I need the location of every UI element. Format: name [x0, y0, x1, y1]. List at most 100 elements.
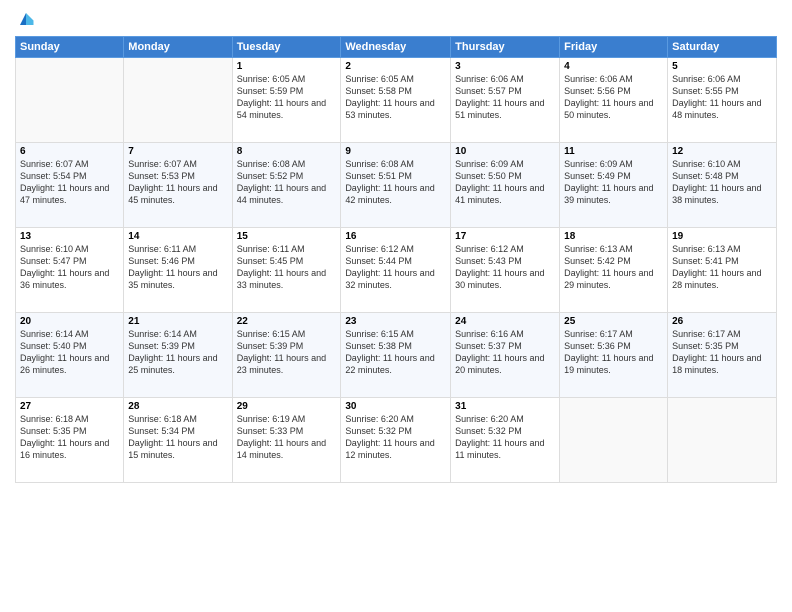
day-cell [124, 58, 232, 143]
day-info: Sunrise: 6:11 AMSunset: 5:46 PMDaylight:… [128, 243, 227, 292]
day-number: 18 [564, 231, 663, 242]
day-cell: 31Sunrise: 6:20 AMSunset: 5:32 PMDayligh… [451, 398, 560, 483]
day-number: 22 [237, 316, 337, 327]
day-cell: 9Sunrise: 6:08 AMSunset: 5:51 PMDaylight… [341, 143, 451, 228]
page: SundayMondayTuesdayWednesdayThursdayFrid… [0, 0, 792, 612]
day-cell: 17Sunrise: 6:12 AMSunset: 5:43 PMDayligh… [451, 228, 560, 313]
day-number: 16 [345, 231, 446, 242]
day-info: Sunrise: 6:05 AMSunset: 5:59 PMDaylight:… [237, 73, 337, 122]
day-info: Sunrise: 6:07 AMSunset: 5:54 PMDaylight:… [20, 158, 119, 207]
day-info: Sunrise: 6:07 AMSunset: 5:53 PMDaylight:… [128, 158, 227, 207]
day-cell: 19Sunrise: 6:13 AMSunset: 5:41 PMDayligh… [668, 228, 777, 313]
day-info: Sunrise: 6:06 AMSunset: 5:57 PMDaylight:… [455, 73, 555, 122]
day-cell: 6Sunrise: 6:07 AMSunset: 5:54 PMDaylight… [16, 143, 124, 228]
weekday-tuesday: Tuesday [232, 37, 341, 58]
day-number: 10 [455, 146, 555, 157]
day-info: Sunrise: 6:15 AMSunset: 5:38 PMDaylight:… [345, 328, 446, 377]
day-cell: 16Sunrise: 6:12 AMSunset: 5:44 PMDayligh… [341, 228, 451, 313]
day-cell [560, 398, 668, 483]
day-cell [16, 58, 124, 143]
day-number: 20 [20, 316, 119, 327]
day-number: 3 [455, 61, 555, 72]
day-number: 26 [672, 316, 772, 327]
day-number: 19 [672, 231, 772, 242]
day-number: 12 [672, 146, 772, 157]
day-info: Sunrise: 6:15 AMSunset: 5:39 PMDaylight:… [237, 328, 337, 377]
week-row-4: 20Sunrise: 6:14 AMSunset: 5:40 PMDayligh… [16, 313, 777, 398]
day-number: 14 [128, 231, 227, 242]
day-info: Sunrise: 6:09 AMSunset: 5:50 PMDaylight:… [455, 158, 555, 207]
day-info: Sunrise: 6:08 AMSunset: 5:51 PMDaylight:… [345, 158, 446, 207]
week-row-1: 1Sunrise: 6:05 AMSunset: 5:59 PMDaylight… [16, 58, 777, 143]
day-info: Sunrise: 6:17 AMSunset: 5:35 PMDaylight:… [672, 328, 772, 377]
day-cell [668, 398, 777, 483]
weekday-saturday: Saturday [668, 37, 777, 58]
day-info: Sunrise: 6:09 AMSunset: 5:49 PMDaylight:… [564, 158, 663, 207]
day-cell: 8Sunrise: 6:08 AMSunset: 5:52 PMDaylight… [232, 143, 341, 228]
day-number: 6 [20, 146, 119, 157]
day-info: Sunrise: 6:20 AMSunset: 5:32 PMDaylight:… [455, 413, 555, 462]
day-info: Sunrise: 6:06 AMSunset: 5:55 PMDaylight:… [672, 73, 772, 122]
day-cell: 21Sunrise: 6:14 AMSunset: 5:39 PMDayligh… [124, 313, 232, 398]
day-number: 11 [564, 146, 663, 157]
day-cell: 2Sunrise: 6:05 AMSunset: 5:58 PMDaylight… [341, 58, 451, 143]
day-number: 9 [345, 146, 446, 157]
day-number: 31 [455, 401, 555, 412]
day-info: Sunrise: 6:10 AMSunset: 5:47 PMDaylight:… [20, 243, 119, 292]
day-cell: 24Sunrise: 6:16 AMSunset: 5:37 PMDayligh… [451, 313, 560, 398]
day-cell: 30Sunrise: 6:20 AMSunset: 5:32 PMDayligh… [341, 398, 451, 483]
day-number: 27 [20, 401, 119, 412]
day-cell: 26Sunrise: 6:17 AMSunset: 5:35 PMDayligh… [668, 313, 777, 398]
weekday-monday: Monday [124, 37, 232, 58]
day-info: Sunrise: 6:16 AMSunset: 5:37 PMDaylight:… [455, 328, 555, 377]
day-cell: 5Sunrise: 6:06 AMSunset: 5:55 PMDaylight… [668, 58, 777, 143]
calendar: SundayMondayTuesdayWednesdayThursdayFrid… [15, 36, 777, 483]
day-number: 5 [672, 61, 772, 72]
weekday-wednesday: Wednesday [341, 37, 451, 58]
day-cell: 28Sunrise: 6:18 AMSunset: 5:34 PMDayligh… [124, 398, 232, 483]
day-cell: 25Sunrise: 6:17 AMSunset: 5:36 PMDayligh… [560, 313, 668, 398]
weekday-thursday: Thursday [451, 37, 560, 58]
weekday-header-row: SundayMondayTuesdayWednesdayThursdayFrid… [16, 37, 777, 58]
day-number: 25 [564, 316, 663, 327]
day-cell: 15Sunrise: 6:11 AMSunset: 5:45 PMDayligh… [232, 228, 341, 313]
day-info: Sunrise: 6:18 AMSunset: 5:35 PMDaylight:… [20, 413, 119, 462]
day-cell: 13Sunrise: 6:10 AMSunset: 5:47 PMDayligh… [16, 228, 124, 313]
day-info: Sunrise: 6:11 AMSunset: 5:45 PMDaylight:… [237, 243, 337, 292]
day-info: Sunrise: 6:17 AMSunset: 5:36 PMDaylight:… [564, 328, 663, 377]
week-row-5: 27Sunrise: 6:18 AMSunset: 5:35 PMDayligh… [16, 398, 777, 483]
day-number: 2 [345, 61, 446, 72]
day-cell: 29Sunrise: 6:19 AMSunset: 5:33 PMDayligh… [232, 398, 341, 483]
day-cell: 7Sunrise: 6:07 AMSunset: 5:53 PMDaylight… [124, 143, 232, 228]
day-cell: 1Sunrise: 6:05 AMSunset: 5:59 PMDaylight… [232, 58, 341, 143]
header [15, 10, 777, 28]
week-row-2: 6Sunrise: 6:07 AMSunset: 5:54 PMDaylight… [16, 143, 777, 228]
day-info: Sunrise: 6:19 AMSunset: 5:33 PMDaylight:… [237, 413, 337, 462]
day-cell: 27Sunrise: 6:18 AMSunset: 5:35 PMDayligh… [16, 398, 124, 483]
week-row-3: 13Sunrise: 6:10 AMSunset: 5:47 PMDayligh… [16, 228, 777, 313]
day-number: 8 [237, 146, 337, 157]
day-info: Sunrise: 6:12 AMSunset: 5:43 PMDaylight:… [455, 243, 555, 292]
day-info: Sunrise: 6:13 AMSunset: 5:42 PMDaylight:… [564, 243, 663, 292]
day-info: Sunrise: 6:14 AMSunset: 5:39 PMDaylight:… [128, 328, 227, 377]
day-cell: 12Sunrise: 6:10 AMSunset: 5:48 PMDayligh… [668, 143, 777, 228]
day-number: 13 [20, 231, 119, 242]
day-info: Sunrise: 6:18 AMSunset: 5:34 PMDaylight:… [128, 413, 227, 462]
day-number: 28 [128, 401, 227, 412]
day-number: 21 [128, 316, 227, 327]
day-info: Sunrise: 6:12 AMSunset: 5:44 PMDaylight:… [345, 243, 446, 292]
day-info: Sunrise: 6:10 AMSunset: 5:48 PMDaylight:… [672, 158, 772, 207]
day-cell: 23Sunrise: 6:15 AMSunset: 5:38 PMDayligh… [341, 313, 451, 398]
day-number: 4 [564, 61, 663, 72]
day-info: Sunrise: 6:05 AMSunset: 5:58 PMDaylight:… [345, 73, 446, 122]
day-cell: 20Sunrise: 6:14 AMSunset: 5:40 PMDayligh… [16, 313, 124, 398]
day-number: 1 [237, 61, 337, 72]
day-info: Sunrise: 6:13 AMSunset: 5:41 PMDaylight:… [672, 243, 772, 292]
day-cell: 18Sunrise: 6:13 AMSunset: 5:42 PMDayligh… [560, 228, 668, 313]
day-cell: 11Sunrise: 6:09 AMSunset: 5:49 PMDayligh… [560, 143, 668, 228]
day-cell: 4Sunrise: 6:06 AMSunset: 5:56 PMDaylight… [560, 58, 668, 143]
logo-icon [17, 10, 35, 28]
day-cell: 3Sunrise: 6:06 AMSunset: 5:57 PMDaylight… [451, 58, 560, 143]
day-number: 15 [237, 231, 337, 242]
day-cell: 14Sunrise: 6:11 AMSunset: 5:46 PMDayligh… [124, 228, 232, 313]
